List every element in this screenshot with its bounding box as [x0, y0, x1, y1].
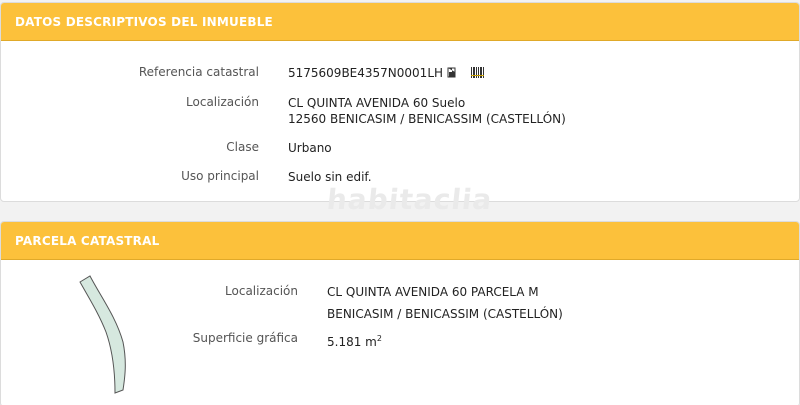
document-icon[interactable]: [447, 66, 457, 78]
localizacion-label: Localización: [186, 95, 259, 109]
barcode-icon[interactable]: [471, 66, 485, 78]
localizacion-line2: 12560 BENICASIM / BENICASSIM (CASTELLÓN): [288, 112, 566, 126]
parcela-panel-title: PARCELA CATASTRAL: [15, 233, 160, 248]
superficie-unit-sup: 2: [376, 334, 382, 343]
clase-label: Clase: [226, 140, 259, 154]
localizacion-line1: CL QUINTA AVENIDA 60 Suelo: [288, 96, 466, 110]
parcela-localizacion-value: CL QUINTA AVENIDA 60 PARCELA M BENICASIM…: [327, 284, 563, 322]
inmueble-panel: DATOS DESCRIPTIVOS DEL INMUEBLE Referenc…: [0, 2, 800, 202]
superficie-number: 5.181 m: [327, 335, 377, 349]
superficie-value: 5.181 m2: [327, 331, 382, 350]
watermark: habitaclia: [325, 183, 495, 216]
parcela-panel-header: PARCELA CATASTRAL: [1, 222, 799, 260]
localizacion-value: CL QUINTA AVENIDA 60 Suelo 12560 BENICAS…: [288, 95, 566, 127]
referencia-label: Referencia catastral: [138, 65, 259, 79]
referencia-value: 5175609BE4357N0001LH: [288, 65, 485, 81]
inmueble-panel-header: DATOS DESCRIPTIVOS DEL INMUEBLE: [1, 3, 799, 41]
parcela-panel: PARCELA CATASTRAL Localización CL QUINTA…: [0, 221, 800, 405]
clase-value: Urbano: [288, 141, 332, 155]
uso-principal-label: Uso principal: [181, 169, 259, 183]
referencia-text[interactable]: 5175609BE4357N0001LH: [288, 66, 443, 80]
parcela-localizacion-label: Localización: [225, 284, 298, 298]
parcela-localizacion-line2: BENICASIM / BENICASSIM (CASTELLÓN): [327, 307, 563, 321]
superficie-label: Superficie gráfica: [192, 331, 298, 345]
parcela-localizacion-line1: CL QUINTA AVENIDA 60 PARCELA M: [327, 285, 539, 299]
inmueble-panel-title: DATOS DESCRIPTIVOS DEL INMUEBLE: [15, 14, 273, 29]
